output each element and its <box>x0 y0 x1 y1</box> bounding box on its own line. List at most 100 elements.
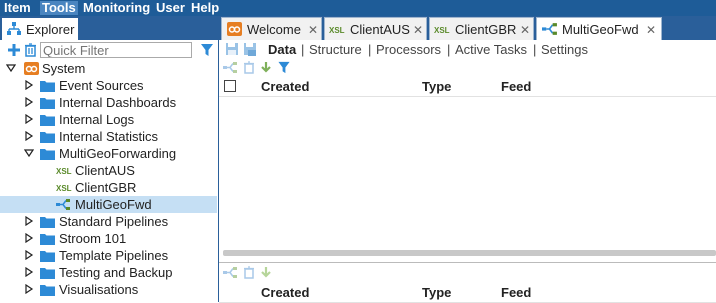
quick-filter-input[interactable] <box>40 42 192 58</box>
tree-item-internal-statistics[interactable]: Internal Statistics <box>0 128 217 145</box>
tree-item-multigeoforwarding[interactable]: MultiGeoForwarding <box>0 145 217 162</box>
add-icon[interactable] <box>7 43 21 57</box>
close-icon[interactable]: ✕ <box>646 23 656 37</box>
close-icon[interactable]: ✕ <box>413 23 423 37</box>
subnav-separator: | <box>533 42 537 57</box>
filter-icon[interactable] <box>277 61 291 74</box>
menu-item[interactable]: Tools <box>40 1 78 15</box>
tree-item-standard-pipelines[interactable]: Standard Pipelines <box>0 213 217 230</box>
delete-icon[interactable] <box>243 266 255 279</box>
subnav-data[interactable]: Data <box>268 42 296 57</box>
close-icon[interactable]: ✕ <box>308 23 318 37</box>
split-divider[interactable] <box>219 262 716 263</box>
tree-item-label: Standard Pipelines <box>59 214 169 229</box>
delete-icon[interactable] <box>24 43 37 57</box>
download-icon[interactable] <box>260 61 272 74</box>
folder-icon <box>40 285 55 296</box>
subnav-active-tasks[interactable]: Active Tasks <box>455 42 527 57</box>
explorer-tab[interactable]: Explorer <box>2 18 78 40</box>
menu-item[interactable]: Help <box>191 1 219 15</box>
column-feed[interactable]: Feed <box>501 285 531 300</box>
column-type[interactable]: Type <box>422 285 451 300</box>
subnav-structure[interactable]: Structure <box>309 42 362 57</box>
tree-item-internal-logs[interactable]: Internal Logs <box>0 111 217 128</box>
subnav-settings[interactable]: Settings <box>541 42 588 57</box>
folder-icon <box>40 98 55 109</box>
content-panel: Welcome ✕ XSL ClientAUS ✕ XSL ClientGBR … <box>219 16 716 303</box>
explorer-tab-bar: Explorer <box>0 16 218 40</box>
tree-item-system[interactable]: System <box>0 60 217 77</box>
tree-item-internal-dashboards[interactable]: Internal Dashboards <box>0 94 217 111</box>
svg-text:XSL: XSL <box>329 26 345 35</box>
select-all-checkbox[interactable] <box>224 80 236 92</box>
folder-icon <box>40 115 55 126</box>
svg-text:XSL: XSL <box>56 167 72 176</box>
folder-icon <box>40 149 55 160</box>
collapse-arrow-icon[interactable] <box>24 250 34 260</box>
svg-text:XSL: XSL <box>434 26 450 35</box>
collapse-arrow-icon[interactable] <box>24 80 34 90</box>
folder-icon <box>40 268 55 279</box>
tree-item-label: Template Pipelines <box>59 248 169 263</box>
save-as-icon[interactable] <box>243 42 257 56</box>
welcome-icon <box>227 22 242 36</box>
pipeline-icon <box>542 23 557 35</box>
process-icon[interactable] <box>223 61 238 74</box>
data-table-header: Created Type Feed <box>219 78 716 97</box>
folder-icon <box>40 81 55 92</box>
menu-item[interactable]: User <box>156 1 185 15</box>
download-icon[interactable] <box>260 266 272 279</box>
collapse-arrow-icon[interactable] <box>24 216 34 226</box>
collapse-arrow-icon[interactable] <box>24 131 34 141</box>
tree-item-multigeofwd[interactable]: MultiGeoFwd <box>0 196 217 213</box>
tab-label: ClientAUS <box>350 22 410 37</box>
subnav-processors[interactable]: Processors <box>376 42 441 57</box>
collapse-arrow-icon[interactable] <box>24 284 34 294</box>
delete-icon[interactable] <box>243 61 255 74</box>
menu-item[interactable]: Monitoring <box>83 1 150 15</box>
save-icon[interactable] <box>225 42 239 56</box>
process-icon[interactable] <box>223 266 238 279</box>
column-feed[interactable]: Feed <box>501 79 531 94</box>
expand-arrow-icon[interactable] <box>6 63 16 73</box>
tree-item-label: System <box>42 61 86 76</box>
subnav-separator: | <box>447 42 451 57</box>
tree-item-label: Stroom 101 <box>59 231 127 246</box>
column-created[interactable]: Created <box>261 285 309 300</box>
menu-item[interactable]: Item <box>4 1 31 15</box>
tab-welcome[interactable]: Welcome ✕ <box>221 17 322 40</box>
horizontal-scrollbar[interactable] <box>223 250 716 256</box>
tree-item-clientaus[interactable]: XSL ClientAUS <box>0 162 217 179</box>
tab-multigeofwd[interactable]: MultiGeoFwd ✕ <box>536 17 662 40</box>
folder-icon <box>40 132 55 143</box>
explorer-toolbar <box>0 40 218 60</box>
tree-item-event-sources[interactable]: Event Sources <box>0 77 217 94</box>
tree-item-stroom-101[interactable]: Stroom 101 <box>0 230 217 247</box>
collapse-arrow-icon[interactable] <box>24 267 34 277</box>
document-tab-bar: Welcome ✕ XSL ClientAUS ✕ XSL ClientGBR … <box>219 16 716 40</box>
column-created[interactable]: Created <box>261 79 309 94</box>
column-type[interactable]: Type <box>422 79 451 94</box>
tree-item-label: Internal Logs <box>59 112 135 127</box>
tree-item-visualisations[interactable]: Visualisations <box>0 281 217 298</box>
pipeline-subnav: Data | Structure | Processors | Active T… <box>219 40 716 59</box>
tree-item-template-pipelines[interactable]: Template Pipelines <box>0 247 217 264</box>
tree-item-clientgbr[interactable]: XSL ClientGBR <box>0 179 217 196</box>
detail-table-header: Created Type Feed <box>219 284 716 303</box>
collapse-arrow-icon[interactable] <box>24 97 34 107</box>
collapse-arrow-icon[interactable] <box>24 233 34 243</box>
tree-item-testing-and-backup[interactable]: Testing and Backup <box>0 264 217 281</box>
svg-text:XSL: XSL <box>56 184 72 193</box>
xslt-icon: XSL <box>329 26 345 35</box>
close-icon[interactable]: ✕ <box>520 23 530 37</box>
xslt-icon: XSL <box>434 26 450 35</box>
tree-item-label: ClientAUS <box>75 163 135 178</box>
menu-bar: Item Tools Monitoring User Help <box>0 0 716 16</box>
tab-clientaus[interactable]: XSL ClientAUS ✕ <box>324 17 427 40</box>
tab-label: Welcome <box>247 22 301 37</box>
filter-icon[interactable] <box>200 43 214 57</box>
tab-clientgbr[interactable]: XSL ClientGBR ✕ <box>429 17 534 40</box>
expand-arrow-icon[interactable] <box>24 148 34 158</box>
system-icon <box>24 62 39 75</box>
collapse-arrow-icon[interactable] <box>24 114 34 124</box>
